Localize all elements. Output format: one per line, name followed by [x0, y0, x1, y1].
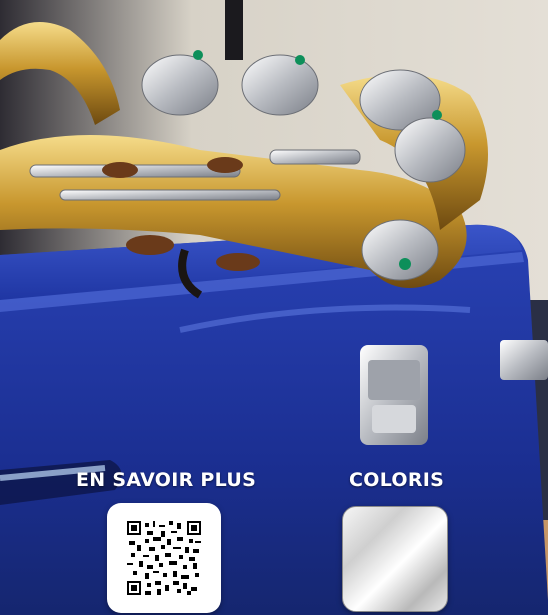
silver-color-swatch[interactable] — [342, 506, 448, 612]
qr-code-icon — [127, 521, 201, 595]
saxophone-on-case-image — [0, 0, 548, 615]
learn-more-label[interactable]: EN SAVOIR PLUS — [76, 469, 256, 491]
colors-label: COLORIS — [349, 469, 445, 491]
qr-code-card[interactable] — [107, 503, 221, 613]
product-photo: EN SAVOIR PLUS COLORIS — [0, 0, 548, 615]
